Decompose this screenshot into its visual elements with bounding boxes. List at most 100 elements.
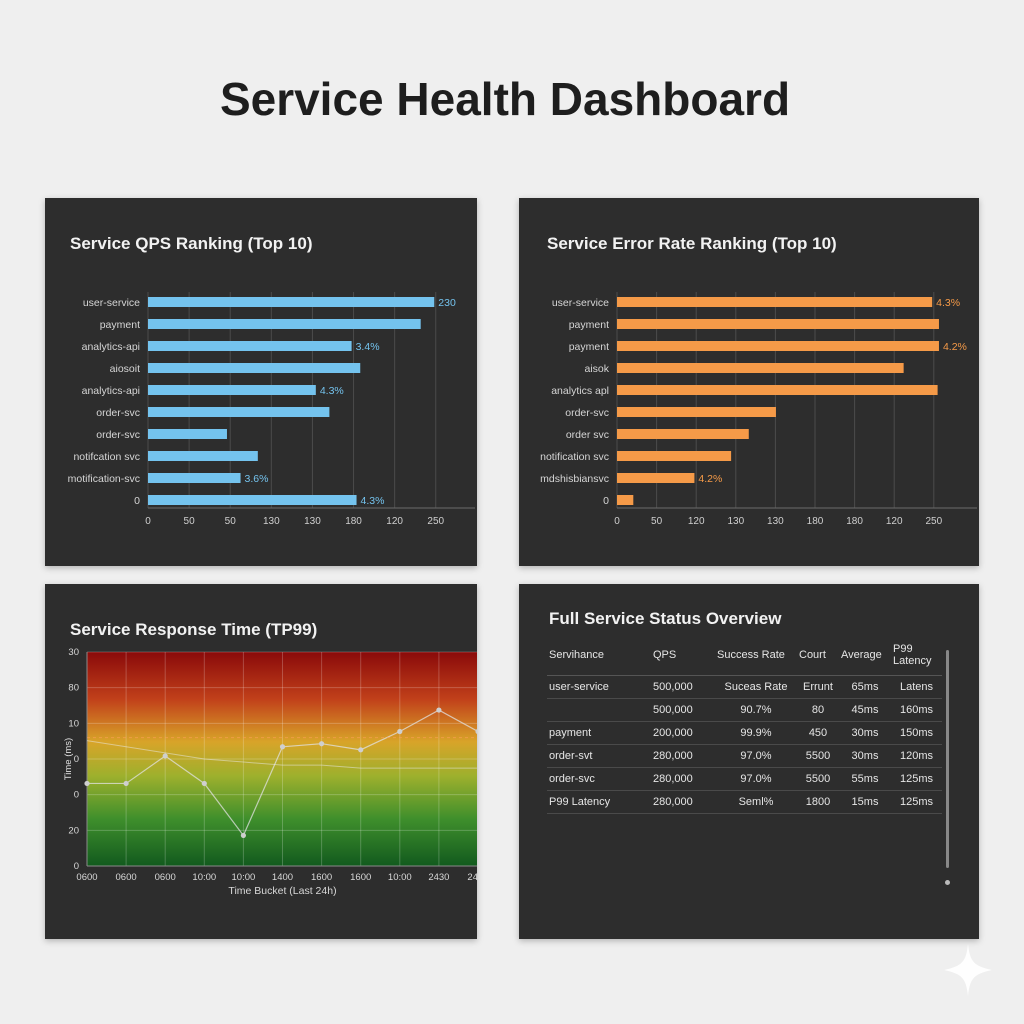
- table-cell: 97.0%: [715, 767, 797, 791]
- table-cell: [547, 698, 651, 722]
- x-tick-label: 0600: [116, 872, 137, 883]
- status-table: Servihance QPS Success Rate Court Averag…: [547, 639, 942, 814]
- bar: [617, 341, 939, 351]
- x-tick-label: 10:00: [388, 872, 412, 883]
- y-tick-label: 0: [74, 790, 79, 801]
- x-tick-label: 130: [767, 516, 784, 527]
- x-tick-label: 120: [688, 516, 705, 527]
- table-row: user-service 500,000 Suceas Rate Errunt 65ms…: [547, 675, 942, 699]
- table-cell: 125ms: [891, 790, 942, 814]
- table-row: payment 200,000 99.9% 450 30ms 150ms: [547, 721, 942, 745]
- bar: [617, 363, 904, 373]
- bar: [148, 495, 357, 505]
- bar: [148, 451, 258, 461]
- x-tick-label: 0600: [155, 872, 176, 883]
- data-label: 4.3%: [936, 297, 960, 309]
- col-header: P99 Latency: [891, 639, 942, 676]
- data-point: [319, 741, 325, 747]
- category-label: order-svc: [96, 407, 140, 419]
- table-cell: 30ms: [839, 721, 891, 745]
- x-tick-label: 1600: [311, 872, 332, 883]
- x-tick-label: 120: [886, 516, 903, 527]
- table-cell: P99 Latency: [547, 790, 651, 814]
- data-point: [397, 728, 403, 735]
- bar: [148, 363, 361, 373]
- category-label: mdshisbiansvc: [540, 473, 609, 485]
- x-tick-label: 0600: [76, 872, 97, 883]
- table-cell: 30ms: [839, 744, 891, 768]
- status-overview-title: Full Service Status Overview: [549, 609, 782, 628]
- col-header: QPS: [651, 639, 715, 676]
- response-time-panel: Service Response Time (TP99) 0600 0600 060…: [45, 584, 489, 939]
- data-label: 3.6%: [245, 473, 269, 485]
- bar: [617, 451, 732, 461]
- scrollbar-end-dot: [945, 880, 950, 885]
- sparkle-icon: [944, 944, 992, 996]
- bar: [617, 319, 939, 329]
- data-point: [201, 780, 207, 787]
- x-tick-label: 2400: [467, 872, 477, 883]
- category-label: payment: [100, 319, 140, 331]
- table-cell: order-svt: [547, 744, 651, 768]
- y-tick-label: 10: [68, 718, 79, 729]
- bar: [617, 297, 933, 307]
- category-label: analytics apl: [551, 385, 609, 397]
- data-label: 4.2%: [698, 473, 722, 485]
- category-label: payment: [569, 319, 609, 331]
- table-cell: 160ms: [891, 698, 942, 722]
- table-cell: 97.0%: [715, 744, 797, 768]
- qps-panel: Service QPS Ranking (Top 10) 0 50 50 130 130…: [45, 198, 477, 566]
- y-axis-label: Time (ms): [63, 738, 74, 780]
- data-point: [358, 747, 364, 753]
- x-tick-label: 250: [427, 516, 444, 527]
- bar: [148, 473, 241, 483]
- bar: [148, 407, 330, 417]
- table-cell: 150ms: [891, 721, 942, 745]
- category-label: motification-svc: [68, 473, 140, 485]
- table-row: order-svc 280,000 97.0% 5500 55ms 125ms: [547, 767, 942, 791]
- table-cell: 200,000: [651, 721, 715, 745]
- table-cell: 90.7%: [715, 698, 797, 722]
- data-point: [162, 753, 168, 759]
- x-tick-label: 130: [263, 516, 280, 527]
- data-point: [279, 744, 286, 750]
- bar: [617, 473, 695, 483]
- col-header: Servihance: [547, 639, 651, 676]
- x-tick-label: 50: [651, 516, 663, 527]
- x-axis-label: Time Bucket (Last 24h): [228, 885, 336, 897]
- table-cell: 500,000: [651, 675, 715, 699]
- x-tick-label: 120: [386, 516, 403, 527]
- x-tick-label: 0: [614, 516, 620, 527]
- category-label: user-service: [83, 297, 140, 309]
- x-tick-label: 130: [727, 516, 744, 527]
- table-cell: 45ms: [839, 698, 891, 722]
- table-scrollbar[interactable]: [946, 650, 949, 868]
- qps-chart-title: Service QPS Ranking (Top 10): [70, 234, 313, 253]
- table-cell: 280,000: [651, 744, 715, 768]
- category-label: aiosoit: [110, 363, 140, 375]
- table-cell: Latens: [891, 675, 942, 699]
- bar: [148, 341, 352, 351]
- bar: [617, 407, 776, 417]
- table-row: order-svt 280,000 97.0% 5500 30ms 120ms: [547, 744, 942, 768]
- page-title: Service Health Dashboard: [219, 73, 791, 125]
- y-tick-label: 0: [74, 754, 79, 765]
- category-label: order-svc: [565, 407, 609, 419]
- x-tick-label: 10:00: [232, 872, 256, 883]
- y-tick-label: 80: [68, 683, 79, 694]
- status-overview-panel: Full Service Status Overview Servihance …: [519, 584, 979, 939]
- data-point: [240, 832, 246, 839]
- category-label: order svc: [566, 429, 609, 441]
- table-cell: order-svc: [547, 767, 651, 791]
- category-label: aisok: [584, 363, 609, 375]
- category-label: order-svc: [96, 429, 140, 441]
- category-label: 0: [603, 495, 609, 507]
- table-cell: 120ms: [891, 744, 942, 768]
- table-cell: 5500: [797, 744, 839, 768]
- table-cell: 15ms: [839, 790, 891, 814]
- bar: [148, 297, 435, 307]
- x-tick-label: 130: [304, 516, 321, 527]
- col-header: Court: [797, 639, 839, 676]
- response-time-chart-title: Service Response Time (TP99): [70, 620, 318, 639]
- x-tick-label: 10:00: [192, 872, 216, 883]
